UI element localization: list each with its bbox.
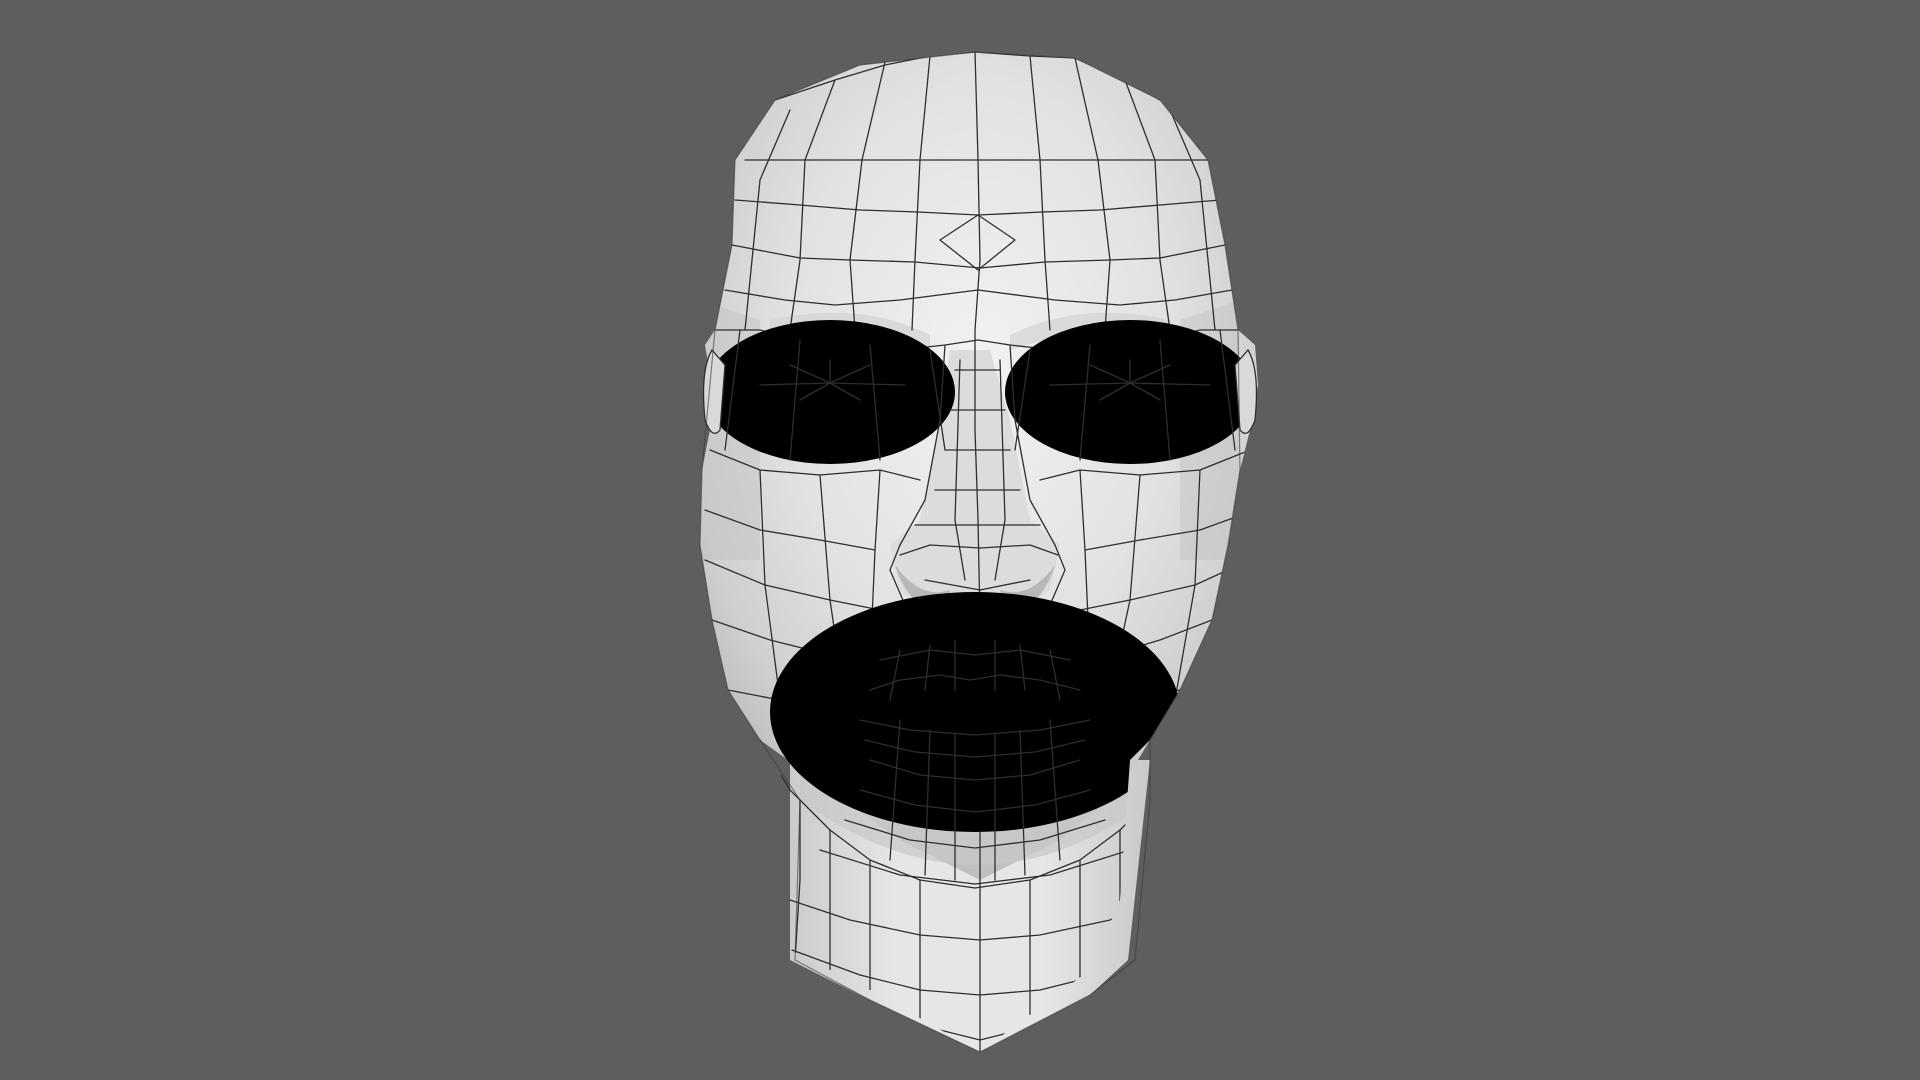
viewport-background — [0, 0, 1920, 1080]
head-wireframe-render — [699, 51, 1258, 1053]
